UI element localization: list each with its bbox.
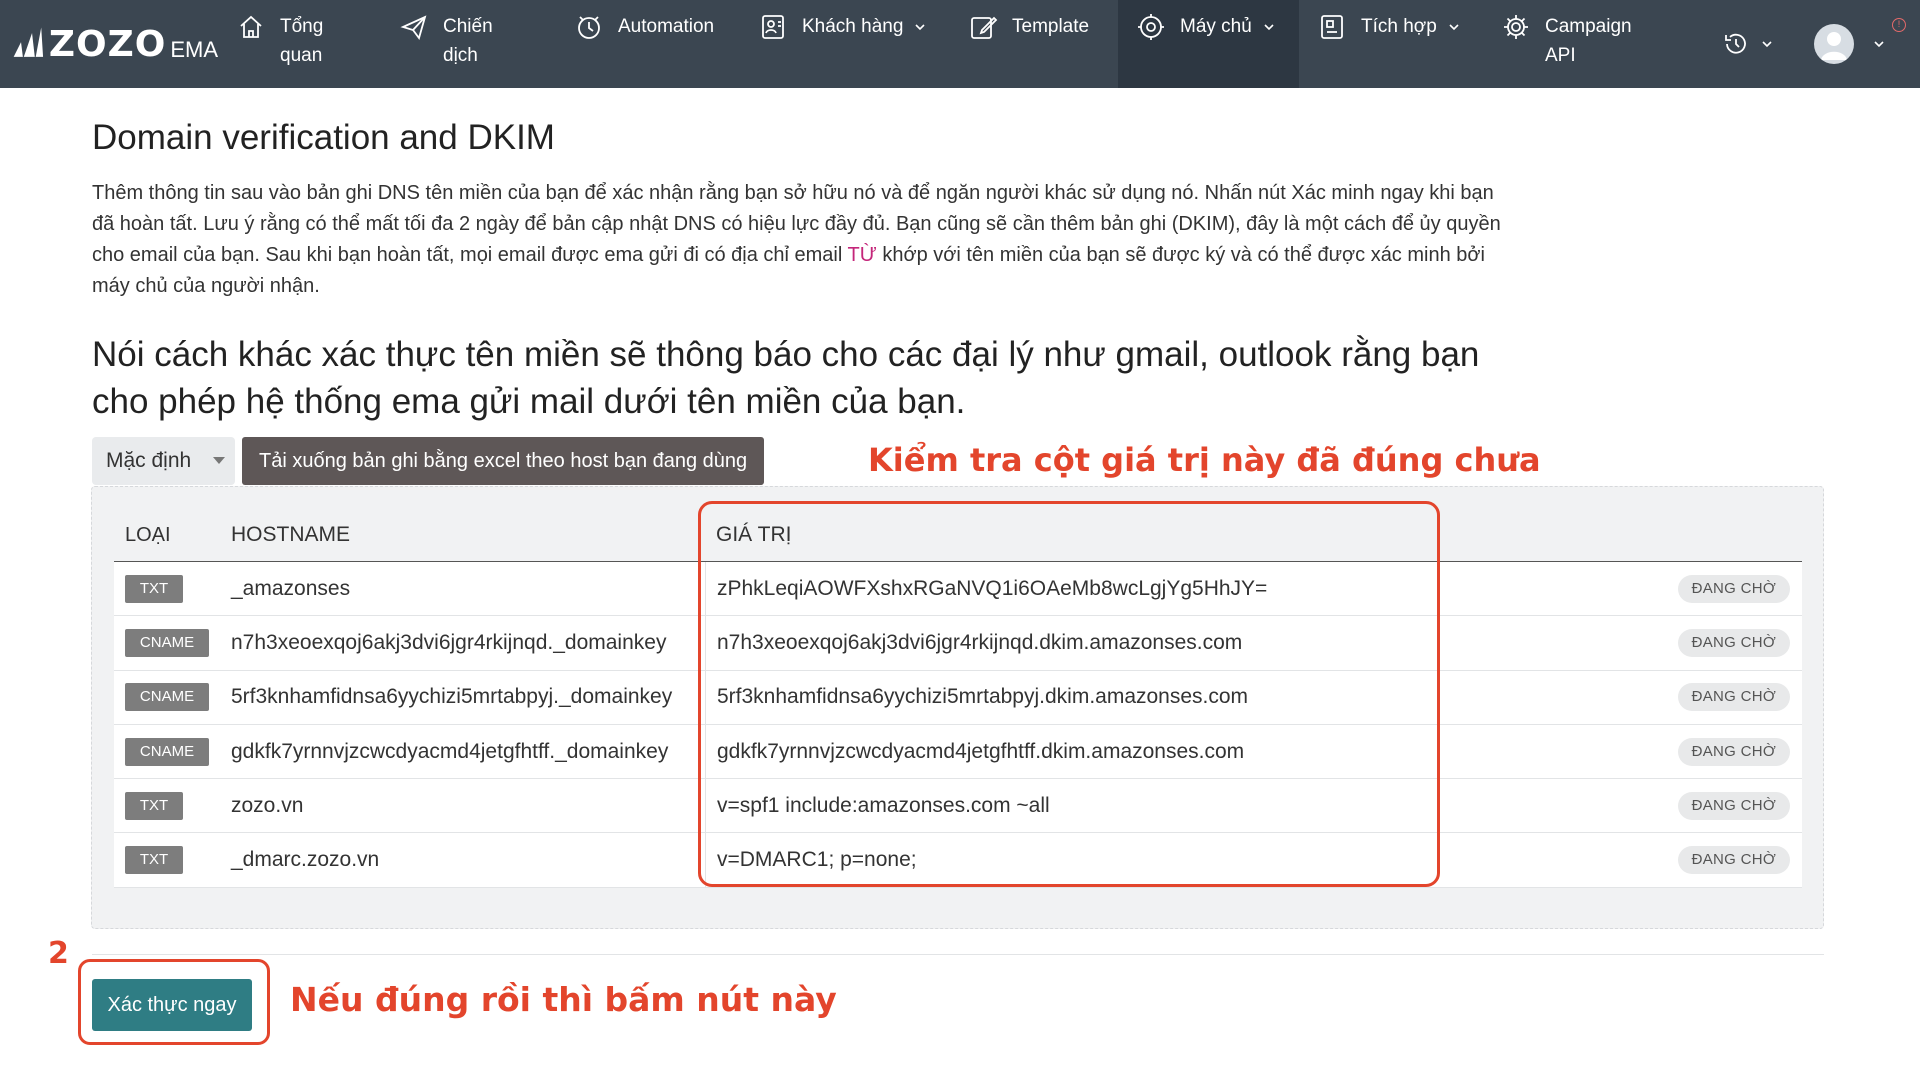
status-badge: ĐANG CHỜ	[1677, 683, 1790, 712]
brand-suffix: EMA	[170, 37, 218, 62]
hostname-cell: gdkfk7yrnnvjzcwcdyacmd4jetgfhtff._domain…	[231, 739, 669, 763]
chevron-down-icon	[915, 24, 925, 31]
avatar[interactable]	[1814, 24, 1854, 64]
nav-item-campaign-api[interactable]: Campaign API	[1483, 0, 1643, 88]
record-type-badge: CNAME	[125, 628, 209, 657]
status-badge: ĐANG CHỜ	[1677, 574, 1790, 603]
nav-item-template[interactable]: Template	[950, 0, 1118, 88]
chevron-down-icon	[1449, 24, 1459, 31]
nav-label: Tổng quan	[280, 16, 324, 66]
status-badge: ĐANG CHỜ	[1677, 628, 1790, 657]
divider	[92, 954, 1824, 955]
subheading: Nói cách khác xác thực tên miền sẽ thông…	[92, 335, 1480, 421]
record-type-badge: TXT	[125, 574, 183, 603]
annotation-number-2: 2	[48, 936, 69, 971]
notification-icon[interactable]: !	[1892, 18, 1906, 32]
nav-label: Khách hàng	[802, 16, 904, 37]
annotation-check-values: Kiểm tra cột giá trị này đã đúng chưa	[868, 441, 1541, 479]
history-menu[interactable]	[1722, 30, 1774, 58]
nav-label: Template	[1012, 16, 1090, 37]
server-icon	[1136, 12, 1166, 42]
chevron-down-icon	[1264, 24, 1274, 31]
record-type-badge: TXT	[125, 791, 183, 820]
nav-label: Chiến dịch	[443, 16, 493, 66]
verify-now-button[interactable]: Xác thực ngay	[92, 979, 252, 1031]
logo[interactable]: ZOZO EMA	[0, 0, 218, 88]
nav-right: !	[1722, 0, 1920, 88]
send-icon	[399, 12, 429, 42]
status-badge: ĐANG CHỜ	[1677, 737, 1790, 766]
clock-icon	[574, 12, 604, 42]
record-type-badge: TXT	[125, 846, 183, 875]
hostname-cell: _amazonses	[231, 576, 351, 600]
nav-item-automation[interactable]: Automation	[556, 0, 740, 88]
top-navbar: ZOZO EMA Tổng quan Chiến dịch Automation	[0, 0, 1920, 88]
hostname-cell: n7h3xeoexqoj6akj3dvi6jgr4rkijnqd._domain…	[231, 630, 667, 654]
nav-label: Tích hợp	[1361, 16, 1437, 37]
nav-label: Campaign API	[1545, 16, 1632, 66]
nav-item-integrations[interactable]: Tích hợp	[1299, 0, 1483, 88]
record-type-badge: CNAME	[125, 737, 209, 766]
chevron-down-icon[interactable]	[1872, 37, 1886, 51]
hostname-cell: _dmarc.zozo.vn	[231, 848, 380, 872]
status-badge: ĐANG CHỜ	[1677, 846, 1790, 875]
download-excel-button[interactable]: Tải xuống bản ghi bằng excel theo host b…	[242, 437, 765, 485]
nav-item-customers[interactable]: Khách hàng	[740, 0, 950, 88]
logo-icon	[13, 27, 44, 57]
nav-item-overview[interactable]: Tổng quan	[218, 0, 381, 88]
column-header-type: LOẠI	[125, 524, 171, 546]
gear-icon	[1501, 12, 1531, 42]
nav-item-server[interactable]: Máy chủ	[1118, 0, 1299, 88]
intro-highlight: TỪ	[847, 244, 877, 266]
controls-bar: Mặc định Tải xuống bản ghi bằng excel th…	[92, 437, 765, 485]
caret-down-icon	[213, 457, 225, 464]
intro-paragraph: Thêm thông tin sau vào bản ghi DNS tên m…	[92, 178, 1512, 302]
main-nav: Tổng quan Chiến dịch Automation Khách hà…	[218, 0, 1643, 88]
nav-label: Automation	[618, 16, 715, 37]
edit-icon	[968, 12, 998, 42]
nav-item-campaigns[interactable]: Chiến dịch	[381, 0, 556, 88]
nav-label: Máy chủ	[1180, 16, 1252, 37]
page-title: Domain verification and DKIM	[92, 118, 555, 157]
value-column-highlight	[698, 501, 1440, 887]
history-icon	[1725, 33, 1746, 54]
home-icon	[236, 12, 266, 42]
status-badge: ĐANG CHỜ	[1677, 791, 1790, 820]
record-type-badge: CNAME	[125, 683, 209, 712]
host-select-value: Mặc định	[106, 449, 192, 472]
column-header-hostname: HOSTNAME	[231, 523, 351, 546]
contacts-icon	[758, 12, 788, 42]
plug-icon	[1317, 12, 1347, 42]
host-select[interactable]: Mặc định	[92, 437, 235, 485]
user-icon	[1821, 32, 1847, 60]
chevron-down-icon	[1762, 41, 1772, 48]
brand-name: ZOZO	[48, 23, 167, 65]
annotation-click-button: Nếu đúng rồi thì bấm nút này	[290, 980, 837, 1019]
hostname-cell: zozo.vn	[231, 793, 304, 817]
hostname-cell: 5rf3knhamfidnsa6yychizi5mrtabpyj._domain…	[231, 685, 673, 709]
